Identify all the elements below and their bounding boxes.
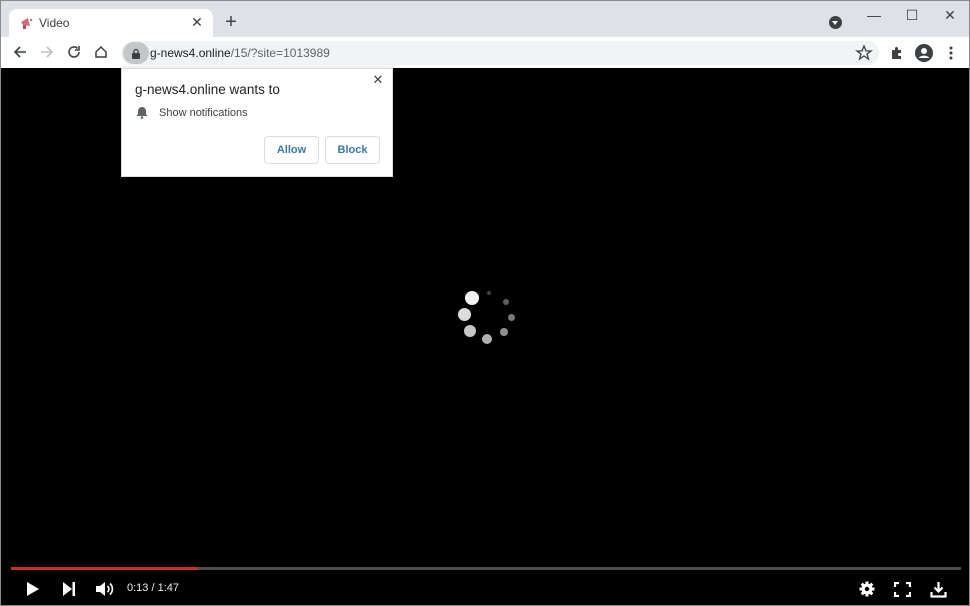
popup-close-icon[interactable]: ✕ [371,73,385,87]
next-icon [63,582,75,596]
menu-button[interactable] [941,43,961,63]
puzzle-icon [892,47,901,59]
loading-spinner [453,286,523,350]
extensions-button[interactable] [887,43,907,63]
forward-button[interactable] [37,42,57,62]
tab-title: Video [39,16,70,30]
url-path: /15/?site=1013989 [230,46,330,60]
tab-close-icon[interactable]: ✕ [189,14,205,30]
tab-video[interactable]: Video ✕ [9,9,213,37]
spinner-dot [464,325,476,337]
tab-search-icon[interactable] [829,16,842,29]
allow-button[interactable]: Allow [264,136,319,164]
reload-button[interactable] [64,42,84,62]
browser-window: Video ✕ + — ☐ ✕ g-news4.online/15/?site=… [0,0,970,606]
megaphone-icon [19,15,35,31]
spinner-dot [500,328,508,336]
new-tab-button[interactable]: + [221,12,241,32]
spinner-dot [508,314,515,321]
block-button[interactable]: Block [325,136,380,164]
browser-toolbar: g-news4.online/15/?site=1013989 [1,37,969,68]
video-player[interactable]: g-news4.online wants to ✕ Show notificat… [1,68,969,605]
plus-icon: + [225,11,237,33]
tab-strip: Video ✕ + — ☐ ✕ [1,1,969,37]
home-icon [95,45,107,58]
maximize-button[interactable]: ☐ [897,5,927,25]
settings-button[interactable] [857,578,877,600]
play-icon [27,582,39,596]
spinner-dot [503,299,509,305]
notification-permission-popup: g-news4.online wants to ✕ Show notificat… [121,68,393,177]
fullscreen-button[interactable] [892,578,912,600]
spinner-dot [465,291,479,305]
url-host: g-news4.online [150,46,231,60]
bookmark-button[interactable] [855,44,873,62]
popup-title: g-news4.online wants to [135,82,280,97]
account-circle-icon [915,44,933,62]
seek-bar-progress [11,567,199,570]
permission-row: Show notifications [136,106,248,119]
home-button[interactable] [91,42,111,62]
arrow-left-icon [13,46,26,58]
play-button[interactable] [23,578,43,600]
close-window-button[interactable]: ✕ [935,5,965,25]
time-display: 0:13 / 1:47 [127,582,179,594]
back-button[interactable] [10,42,30,62]
settings-icon [859,581,875,597]
minimize-button[interactable]: — [859,5,889,25]
profile-button[interactable] [914,43,934,63]
bell-icon [136,107,148,119]
next-button[interactable] [59,578,79,600]
seek-bar[interactable] [11,567,961,570]
spinner-dot [458,308,471,321]
star-icon [855,44,873,61]
url-text[interactable]: g-news4.online/15/?site=1013989 [150,46,330,60]
address-bar[interactable]: g-news4.online/15/?site=1013989 [121,41,879,65]
permission-label: Show notifications [159,106,248,119]
lock-icon [132,48,140,59]
site-info-button[interactable] [123,42,149,64]
reload-icon [68,46,80,58]
volume-icon [96,582,114,596]
spinner-dot [482,334,492,344]
download-icon [929,581,947,598]
fullscreen-icon [893,581,911,597]
volume-button[interactable] [94,578,116,600]
kebab-menu-icon [949,46,953,60]
arrow-right-icon [41,46,54,58]
download-button[interactable] [928,578,948,600]
spinner-dot [487,291,491,295]
